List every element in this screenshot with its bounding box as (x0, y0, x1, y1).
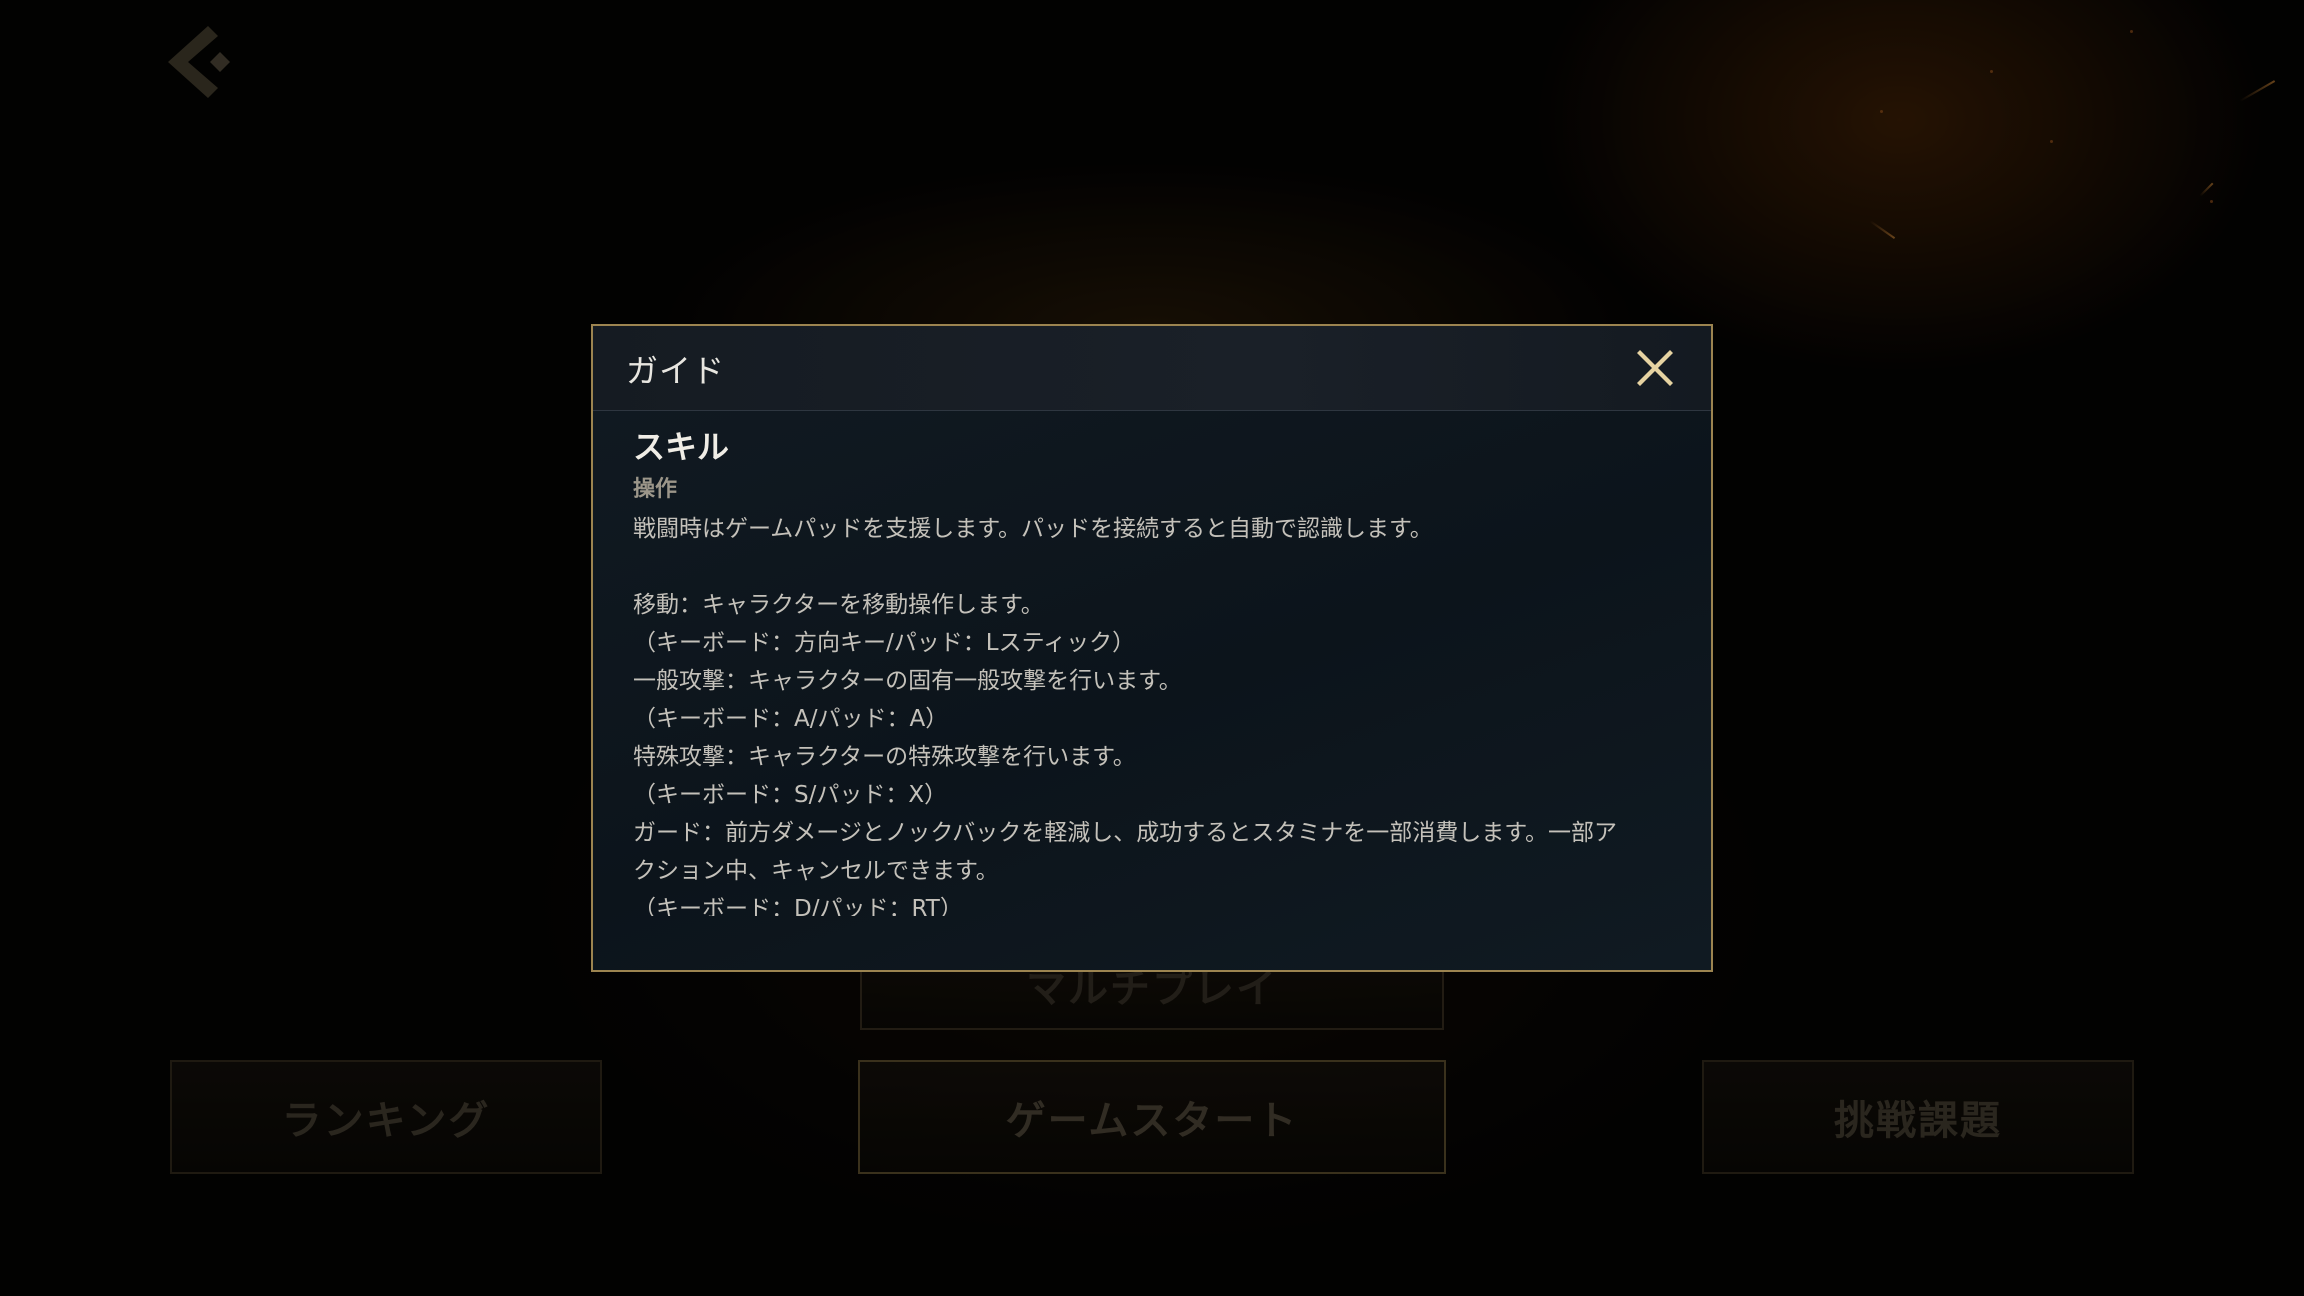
guide-text-line: 移動：キャラクターを移動操作します。 (633, 592, 1044, 618)
subsection-title: 操作 (633, 477, 678, 502)
guide-content[interactable]: スキル 操作 戦闘時はゲームパッドを支援します。パッドを接続すると自動で認識しま… (633, 426, 1683, 916)
close-button[interactable] (1631, 344, 1679, 392)
modal-header: ガイド (593, 326, 1711, 411)
section-title: スキル (633, 428, 730, 466)
guide-text-line: （キーボード：S/パッド：X） (633, 782, 948, 808)
guide-text-line: ガード：前方ダメージとノックバックを軽減し、成功するとスタミナを一部消費します。… (633, 820, 1617, 846)
guide-text-line: 特殊攻撃：キャラクターの特殊攻撃を行います。 (633, 744, 1136, 770)
guide-text-line: （キーボード：D/パッド：RT） (633, 896, 963, 916)
guide-text-line: （キーボード：A/パッド：A） (633, 706, 949, 732)
guide-text-line: 戦闘時はゲームパッドを支援します。パッドを接続すると自動で認識します。 (633, 516, 1433, 542)
guide-text-line: クション中、キャンセルできます。 (633, 858, 999, 884)
close-icon (1637, 350, 1673, 386)
guide-text-line: 一般攻撃：キャラクターの固有一般攻撃を行います。 (633, 668, 1182, 694)
guide-modal: ガイド スキル 操作 戦闘時はゲームパッドを支援します。パッドを接続すると自動で… (591, 324, 1713, 972)
game-screen: マルチプレイ ランキング ゲームスタート 挑戦課題 ガイド スキル 操作 戦闘時… (0, 0, 2304, 1296)
guide-text-line: （キーボード：方向キー/パッド：Lスティック） (633, 630, 1136, 656)
modal-title: ガイド (626, 352, 726, 390)
